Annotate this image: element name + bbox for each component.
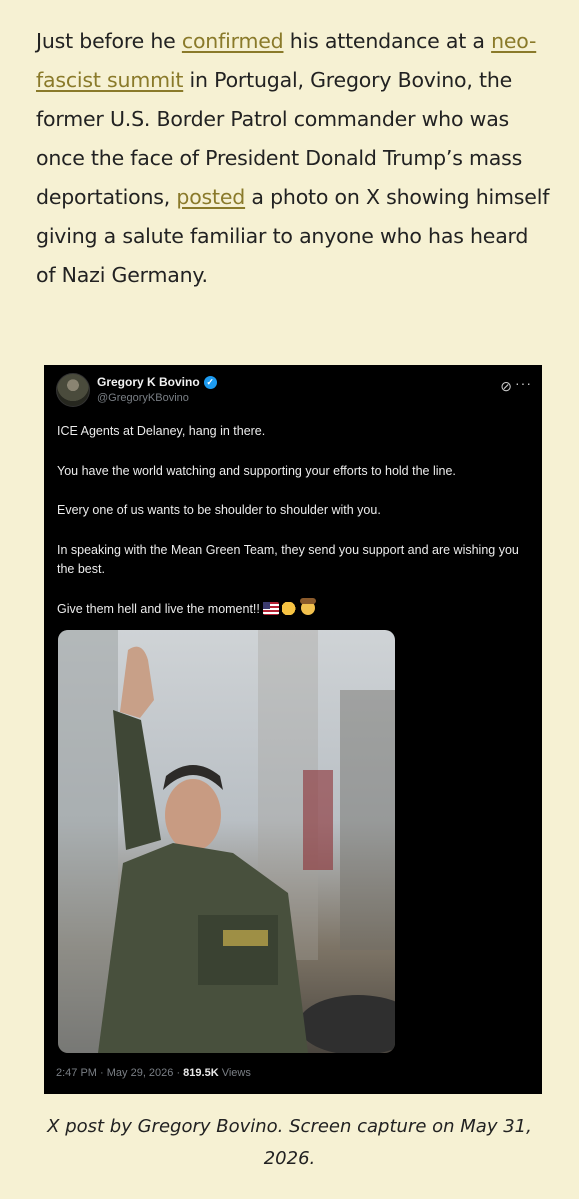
post-line-last: Give them hell and live the moment!! [57,597,532,620]
us-flag-icon [262,601,279,615]
more-options-icon: ··· [515,375,532,391]
posted-link[interactable]: posted [176,185,245,209]
image-caption: X post by Gregory Bovino. Screen capture… [47,1116,532,1169]
post-line: Give them hell and live the moment!! [57,601,260,616]
avatar [56,373,90,407]
post-line: ICE Agents at Delaney, hang in there. [57,424,266,438]
views-label: Views [218,1067,251,1079]
article-text-1: Just before he [36,29,182,53]
views-count: 819.5K [183,1067,219,1079]
grok-icon: ⊘ [500,378,512,394]
post-line: In speaking with the Mean Green Team, th… [57,542,519,577]
article-paragraph: Just before he confirmed his attendance … [36,22,551,295]
author-name: Gregory K Bovino [97,375,200,389]
post-timestamp-views: 2:47 PM · May 29, 2026 · 819.5K Views [56,1067,251,1079]
confirmed-link[interactable]: confirmed [182,29,284,53]
verified-badge-icon: ✓ [203,375,217,389]
post-text: ICE Agents at Delaney, hang in there. Yo… [57,422,532,619]
cowboy-face-icon [299,597,316,615]
post-timestamp: 2:47 PM · May 29, 2026 · [56,1067,184,1079]
author-name-row: Gregory K Bovino ✓ [97,375,217,389]
author-handle: @GregoryKBovino [97,392,189,404]
article-text-2: his attendance at a [283,29,492,53]
x-post-screenshot: Gregory K Bovino ✓ @GregoryKBovino ⊘ ···… [44,365,542,1094]
post-photo-illustration [58,630,395,1053]
flexed-biceps-icon [281,601,298,615]
post-photo [58,630,395,1053]
post-line: You have the world watching and supporti… [57,463,456,478]
post-header: Gregory K Bovino ✓ @GregoryKBovino ⊘ ··· [56,373,532,411]
post-line: Every one of us wants to be shoulder to … [57,503,381,517]
